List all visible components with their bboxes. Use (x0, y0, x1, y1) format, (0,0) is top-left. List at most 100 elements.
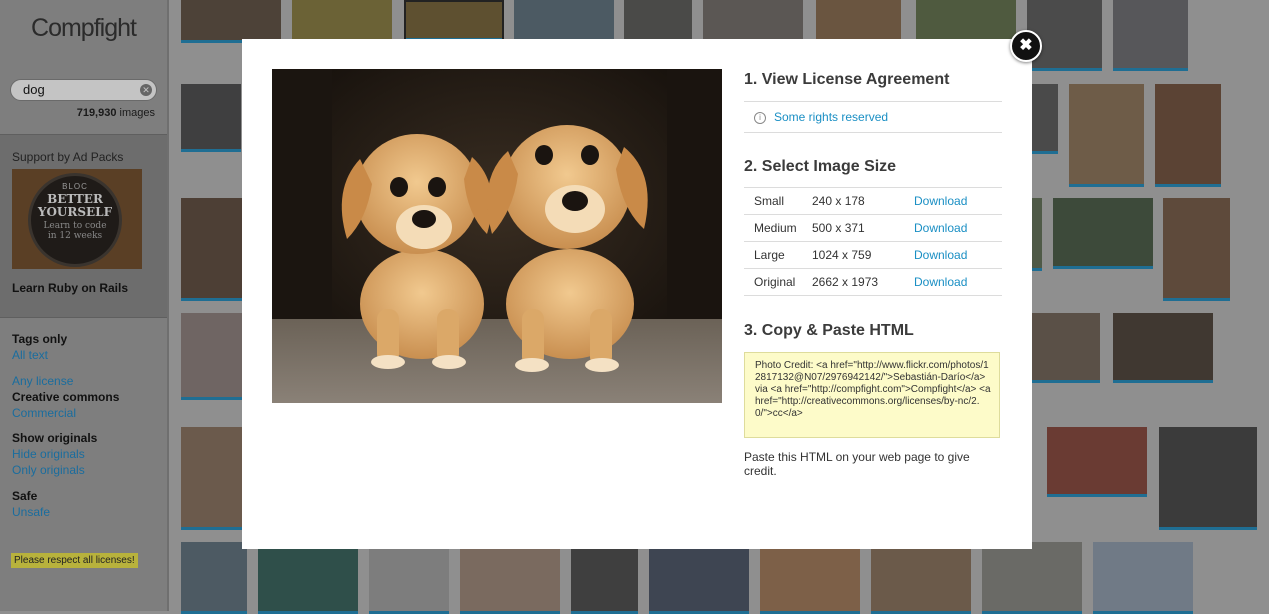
thumbnail[interactable] (1113, 0, 1188, 71)
search-box[interactable]: ✕ (10, 79, 157, 101)
puppies-photo (272, 69, 722, 403)
thumbnail[interactable] (404, 0, 504, 41)
filter-creative-commons: Creative commons (12, 390, 120, 404)
text-filter: Tags only All text (12, 331, 67, 363)
ad-caption-link[interactable]: Learn Ruby on Rails (12, 281, 128, 295)
app-logo[interactable]: Compfight (0, 14, 167, 43)
license-link-text[interactable]: Some rights reserved (774, 110, 888, 124)
thumbnail[interactable] (1032, 84, 1058, 154)
size-row: Small 240 x 178 Download (744, 187, 1002, 215)
ad-brand: BLOC (62, 182, 88, 191)
size-name: Original (744, 268, 812, 296)
size-dimensions: 500 x 371 (812, 214, 914, 242)
info-icon: i (754, 112, 766, 124)
thumbnail[interactable] (1155, 84, 1221, 187)
result-count-value: 719,930 (76, 107, 117, 119)
download-link[interactable]: Download (914, 214, 1002, 242)
license-notice: Please respect all licenses! (11, 553, 138, 568)
thumbnail[interactable] (871, 549, 971, 614)
thumbnail[interactable] (369, 549, 449, 614)
thumbnail[interactable] (181, 542, 247, 614)
thumbnail[interactable] (1113, 313, 1213, 383)
license-link[interactable]: i Some rights reserved (754, 110, 888, 124)
size-row: Large 1024 x 759 Download (744, 241, 1002, 269)
thumbnail[interactable] (649, 549, 749, 614)
thumbnail[interactable] (1047, 427, 1147, 497)
result-count: 719,930 images (77, 107, 155, 119)
thumbnail[interactable] (460, 549, 560, 614)
ad-subline-1: Learn to code (43, 221, 107, 231)
thumbnail[interactable] (703, 0, 803, 43)
thumbnail[interactable] (1093, 542, 1193, 614)
clear-search-icon[interactable]: ✕ (140, 84, 152, 96)
size-dimensions: 1024 x 759 (812, 241, 914, 269)
ad-pack-section: Support by Ad Packs BLOC BETTER YOURSELF… (0, 134, 167, 318)
section-view-license-title: 1. View License Agreement (744, 71, 950, 88)
ad-badge: BLOC BETTER YOURSELF Learn to code in 12… (28, 173, 122, 267)
size-table: Small 240 x 178 Download Medium 500 x 371 Dow… (744, 187, 1002, 296)
thumbnail[interactable] (181, 427, 243, 530)
thumbnail[interactable] (181, 0, 281, 43)
download-link[interactable]: Download (914, 268, 1002, 296)
ad-headline-2: YOURSELF (37, 205, 113, 219)
ad-subline: Learn to code in 12 weeks (31, 221, 119, 241)
safe-filter: Safe Unsafe (12, 488, 50, 520)
divider (744, 132, 1002, 133)
ad-headline-1: BETTER (47, 192, 103, 206)
thumbnail[interactable] (916, 0, 1016, 43)
thumbnail[interactable] (1159, 427, 1257, 530)
download-link[interactable]: Download (914, 241, 1002, 269)
thumbnail[interactable] (181, 84, 241, 152)
preview-image (272, 69, 722, 403)
section-select-size-title: 2. Select Image Size (744, 158, 897, 175)
size-dimensions: 2662 x 1973 (812, 268, 914, 296)
filter-all-text[interactable]: All text (12, 347, 67, 363)
ad-subline-2: in 12 weeks (47, 231, 103, 241)
thumbnail[interactable] (181, 313, 243, 400)
result-count-unit: images (119, 107, 155, 119)
filter-commercial[interactable]: Commercial (12, 405, 119, 421)
divider (744, 101, 1002, 102)
filter-unsafe[interactable]: Unsafe (12, 504, 50, 520)
thumbnail[interactable] (982, 542, 1082, 614)
section-copy-html-title: 3. Copy & Paste HTML (744, 322, 914, 339)
thumbnail[interactable] (514, 0, 614, 43)
thumbnail[interactable] (1027, 0, 1102, 71)
thumbnail[interactable] (1163, 198, 1230, 301)
ad-pack-label: Support by Ad Packs (12, 150, 124, 164)
filter-safe: Safe (12, 489, 38, 503)
license-filter: Any license Creative commons Commercial (12, 373, 119, 421)
thumbnail[interactable] (624, 0, 692, 43)
thumbnail[interactable] (1032, 313, 1100, 383)
thumbnail[interactable] (1053, 198, 1153, 269)
thumbnail[interactable] (258, 549, 358, 614)
size-dimensions: 240 x 178 (812, 187, 914, 215)
thumbnail[interactable] (181, 198, 243, 301)
thumbnail[interactable] (571, 549, 638, 614)
search-input[interactable] (23, 82, 133, 97)
thumbnail[interactable] (1032, 198, 1042, 271)
close-icon: ✖ (1019, 37, 1033, 54)
filter-any-license[interactable]: Any license (12, 373, 119, 389)
filter-show-originals: Show originals (12, 431, 98, 445)
filter-only-originals[interactable]: Only originals (12, 462, 97, 478)
filter-tags-only: Tags only (12, 332, 68, 346)
thumbnail[interactable] (292, 0, 392, 43)
thumbnail[interactable] (816, 0, 901, 43)
html-snippet-box[interactable]: Photo Credit: <a href="http://www.flickr… (744, 352, 1000, 438)
download-link[interactable]: Download (914, 187, 1002, 215)
paste-instruction: Paste this HTML on your web page to give… (744, 450, 970, 478)
size-name: Medium (744, 214, 812, 242)
filter-hide-originals[interactable]: Hide originals (12, 446, 97, 462)
image-detail-modal: 1. View License Agreement i Some rights r… (242, 39, 1032, 549)
size-row: Medium 500 x 371 Download (744, 214, 1002, 242)
originals-filter: Show originals Hide originals Only origi… (12, 430, 97, 478)
thumbnail[interactable] (1069, 84, 1144, 187)
size-row: Original 2662 x 1973 Download (744, 268, 1002, 296)
size-name: Small (744, 187, 812, 215)
thumbnail[interactable] (760, 549, 860, 614)
ad-headline: BETTER YOURSELF (31, 193, 119, 219)
close-modal-button[interactable]: ✖ (1010, 30, 1042, 62)
size-name: Large (744, 241, 812, 269)
ad-banner[interactable]: BLOC BETTER YOURSELF Learn to code in 12… (12, 169, 142, 269)
